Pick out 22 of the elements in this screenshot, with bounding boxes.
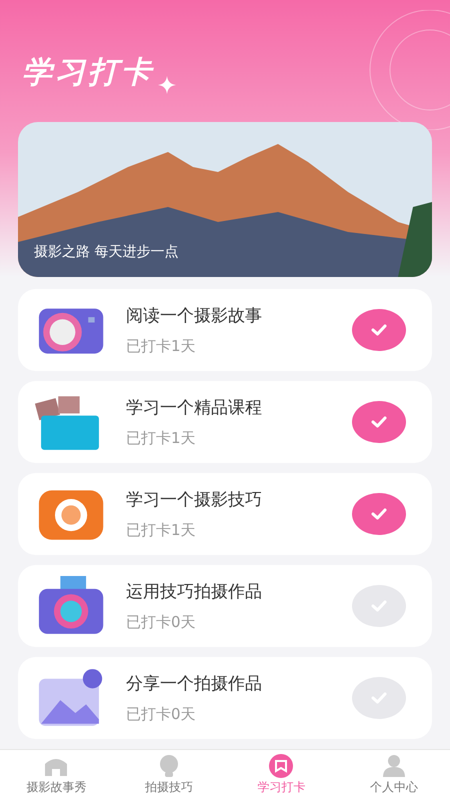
check-button[interactable]: [352, 401, 406, 443]
tab-item[interactable]: 摄影故事秀: [0, 750, 112, 800]
tab-item[interactable]: 个人中心: [338, 750, 450, 800]
checkin-count: 已打卡0天: [126, 705, 197, 724]
checkin-count: 已打卡1天: [126, 429, 197, 448]
person-icon: [380, 754, 407, 778]
sparkle-icon: [158, 76, 176, 94]
checkin-count: 已打卡0天: [126, 613, 197, 632]
page-title: 学习打卡: [22, 54, 154, 92]
task-title: 分享一个拍摄作品: [126, 673, 263, 695]
task-title: 学习一个精品课程: [126, 397, 263, 419]
checkin-count: 已打卡1天: [126, 521, 197, 540]
task-title: 阅读一个摄影故事: [126, 305, 263, 327]
task-title: 运用技巧拍摄作品: [126, 581, 263, 603]
task-title: 学习一个摄影技巧: [126, 489, 263, 511]
tab-item[interactable]: 拍摄技巧: [112, 750, 225, 800]
check-button[interactable]: [352, 493, 406, 535]
checkin-count: 已打卡1天: [126, 337, 197, 356]
tab-item[interactable]: 学习打卡: [225, 750, 338, 800]
check-button[interactable]: [352, 309, 406, 351]
bookmark-icon: [268, 754, 294, 778]
banner-caption: 摄影之路 每天进步一点: [34, 243, 178, 261]
